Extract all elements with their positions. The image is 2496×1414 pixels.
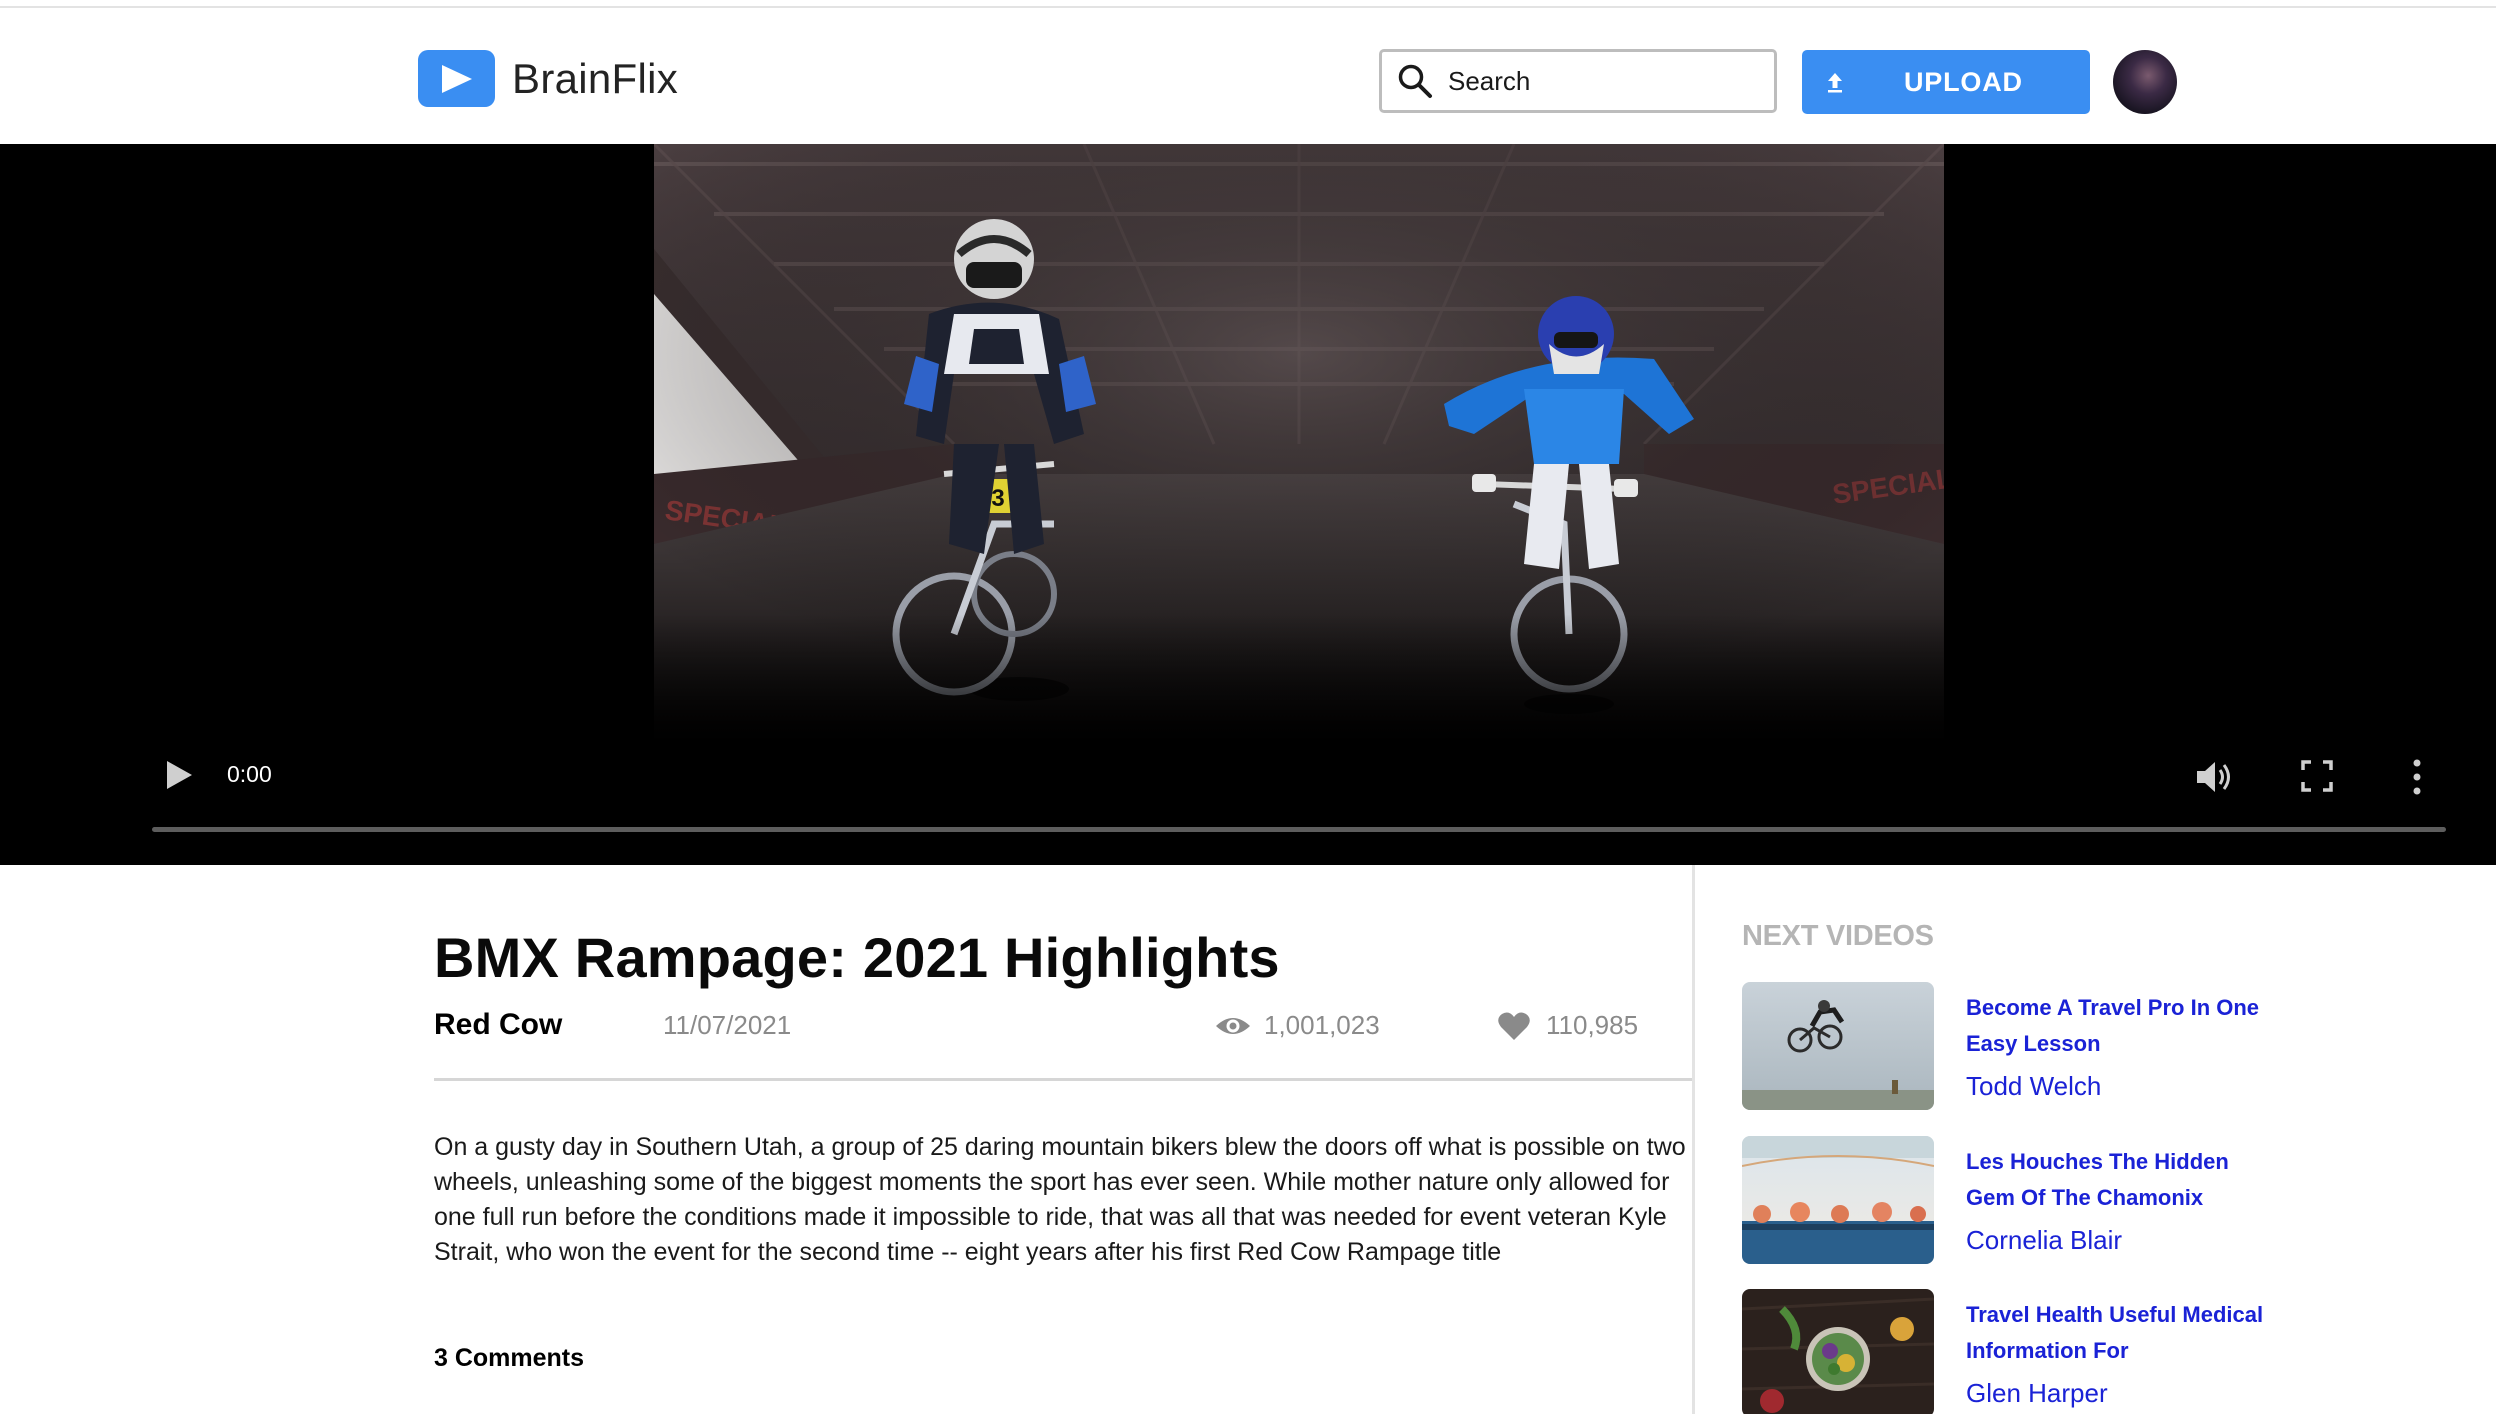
volume-icon[interactable]: [2193, 756, 2235, 798]
likes-stat[interactable]: 110,985: [1497, 1010, 1638, 1041]
video-meta: Red Cow 11/07/2021 1,001,023 110,985: [434, 1008, 1692, 1048]
video-description: On a gusty day in Southern Utah, a group…: [434, 1133, 1686, 1266]
site-header: BrainFlix UPLOAD: [0, 8, 2496, 144]
play-logo-icon: [418, 50, 495, 107]
next-video-author[interactable]: Cornelia Blair: [1966, 1225, 2122, 1256]
next-video-item[interactable]: Travel Health Useful Medical Information…: [1742, 1289, 2302, 1414]
upload-icon: [1828, 73, 1842, 93]
search-icon: [1398, 64, 1432, 98]
next-video-author[interactable]: Todd Welch: [1966, 1071, 2101, 1102]
video-thumbnail[interactable]: [1742, 982, 1934, 1110]
video-thumbnail[interactable]: [1742, 1136, 1934, 1264]
search-input[interactable]: [1448, 65, 1768, 97]
more-options-icon[interactable]: [2405, 756, 2429, 798]
next-videos-heading: NEXT VIDEOS: [1742, 920, 1934, 952]
fullscreen-icon[interactable]: [2300, 759, 2334, 793]
meta-divider: [434, 1078, 1692, 1081]
video-details: BMX Rampage: 2021 Highlights Red Cow 11/…: [434, 865, 1692, 1414]
next-videos-sidebar: NEXT VIDEOS Become A Travel Pro In One E…: [1742, 865, 2342, 1414]
video-title: BMX Rampage: 2021 Highlights: [434, 926, 1280, 989]
next-video-title[interactable]: Become A Travel Pro In One Easy Lesson: [1966, 990, 2266, 1062]
next-video-title[interactable]: Travel Health Useful Medical Information…: [1966, 1297, 2266, 1369]
heart-icon[interactable]: [1497, 1011, 1531, 1041]
play-icon[interactable]: [164, 759, 194, 791]
sidebar-divider: [1692, 865, 1695, 1414]
eye-icon: [1216, 1017, 1250, 1034]
channel-name[interactable]: Red Cow: [434, 1008, 562, 1042]
video-progress-bar[interactable]: [152, 827, 2446, 832]
next-video-author[interactable]: Glen Harper: [1966, 1378, 2108, 1409]
video-thumbnail[interactable]: [1742, 1289, 1934, 1414]
comments-count: 3 Comments: [434, 1344, 585, 1372]
current-time: 0:00: [227, 761, 272, 787]
video-player[interactable]: SPECIALIZED SPECIAL 53: [0, 144, 2496, 865]
next-video-title[interactable]: Les Houches The Hidden Gem Of The Chamon…: [1966, 1144, 2266, 1216]
top-border: [0, 0, 2496, 8]
brand-logo[interactable]: BrainFlix: [418, 50, 678, 107]
views-stat: 1,001,023: [1214, 1010, 1380, 1041]
views-count: 1,001,023: [1264, 1010, 1380, 1040]
user-avatar[interactable]: [2113, 50, 2177, 114]
upload-button[interactable]: UPLOAD: [1802, 50, 2090, 114]
next-video-item[interactable]: Les Houches The Hidden Gem Of The Chamon…: [1742, 1136, 2302, 1266]
upload-date: 11/07/2021: [663, 1010, 792, 1040]
upload-label: UPLOAD: [1904, 66, 2023, 97]
brand-name: BrainFlix: [512, 54, 679, 102]
likes-count: 110,985: [1546, 1010, 1639, 1040]
search-box[interactable]: [1379, 49, 1777, 113]
next-video-item[interactable]: Become A Travel Pro In One Easy Lesson T…: [1742, 982, 2302, 1112]
